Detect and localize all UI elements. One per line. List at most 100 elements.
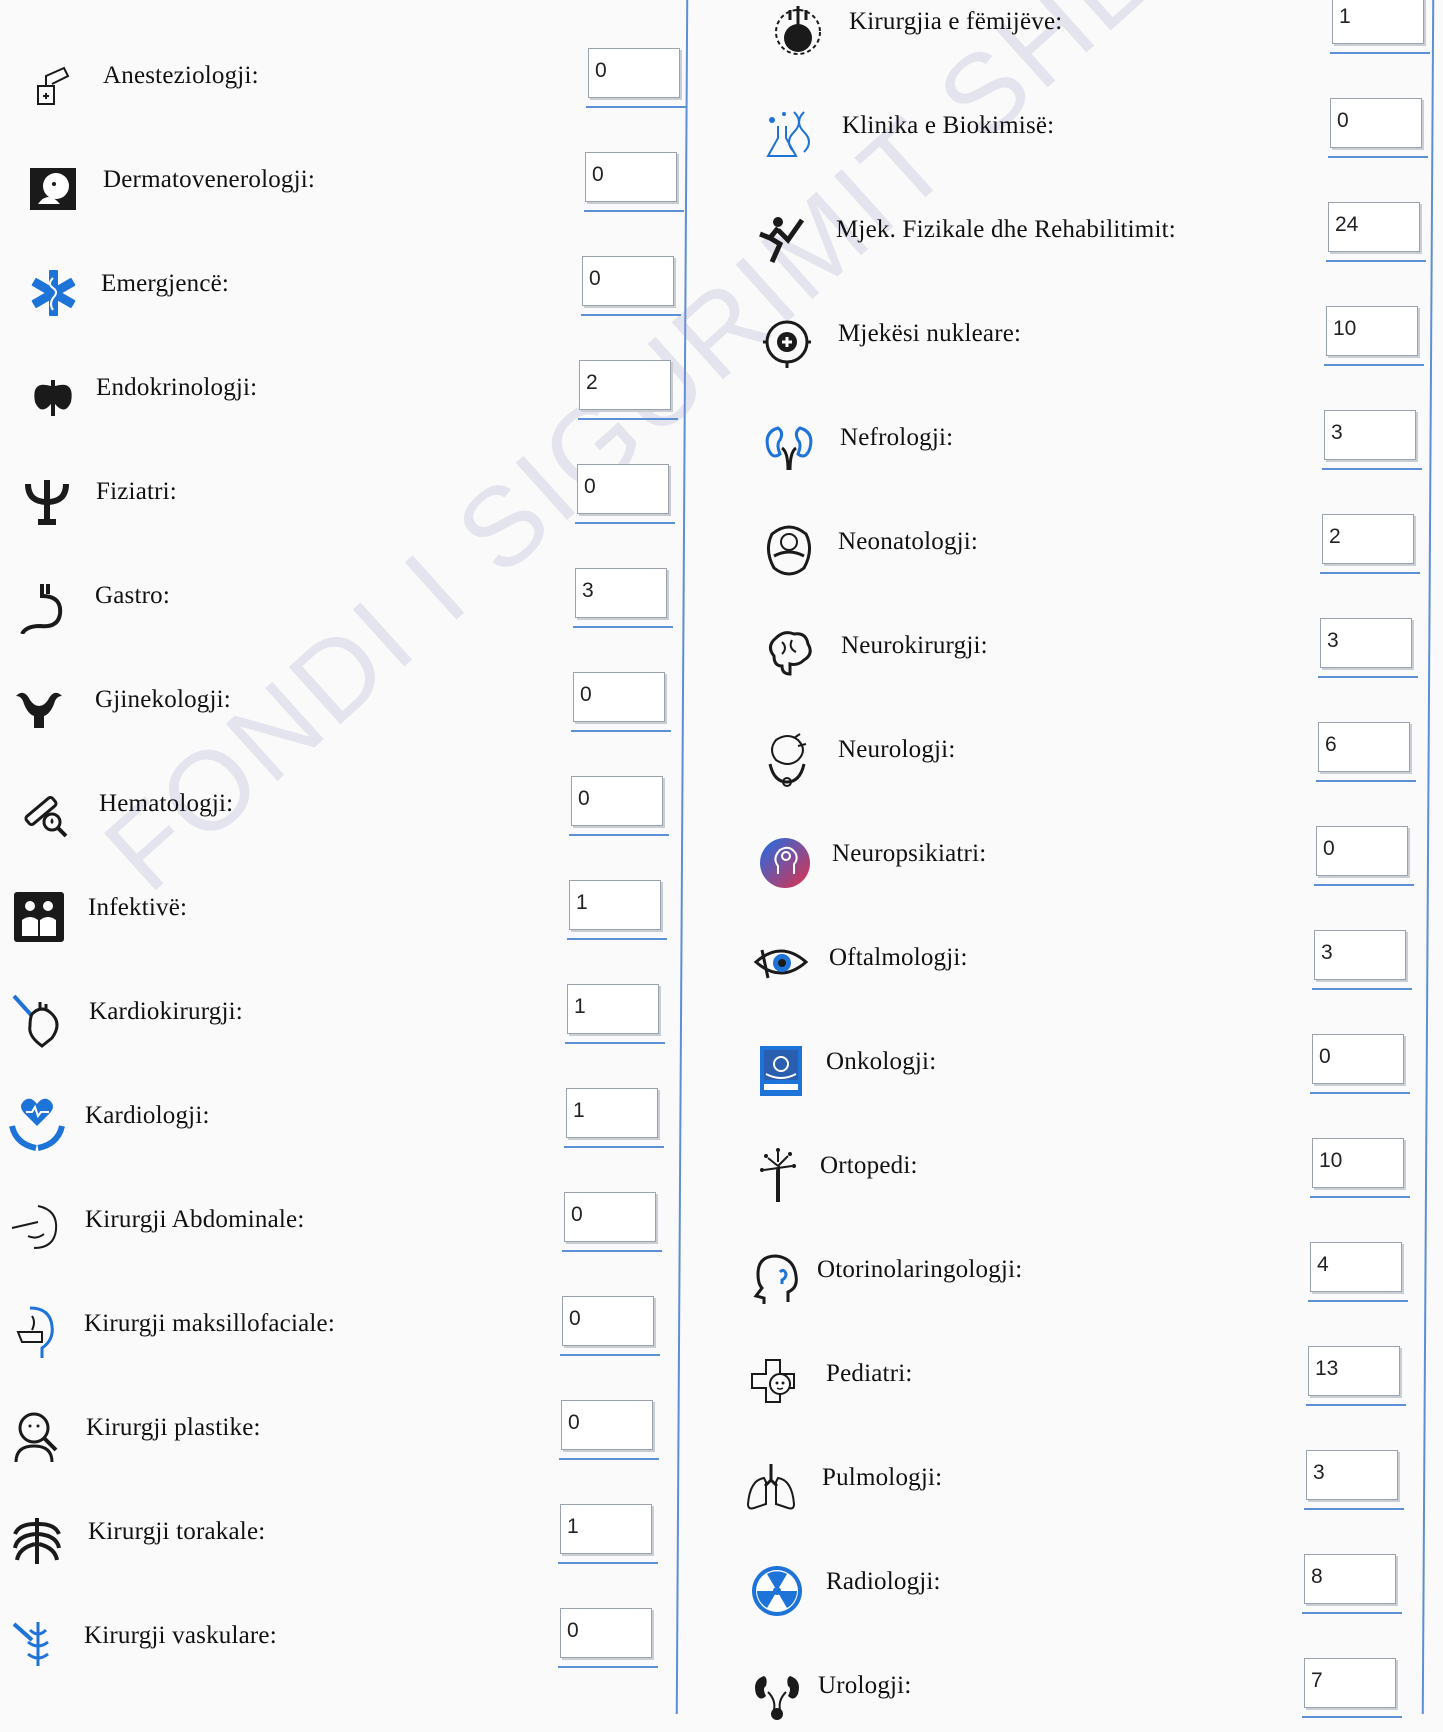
brain-icon bbox=[760, 626, 818, 684]
count-field[interactable]: 3 bbox=[1324, 410, 1416, 460]
specialty-label: Nefrologji: bbox=[840, 424, 954, 451]
count-field[interactable]: 24 bbox=[1328, 202, 1420, 252]
count-field[interactable]: 13 bbox=[1308, 1346, 1400, 1396]
pediatrics-icon bbox=[746, 1354, 804, 1412]
specialty-label: Pediatri: bbox=[826, 1360, 913, 1387]
specialty-label: Otorinolaringologji: bbox=[817, 1256, 1023, 1283]
count-field[interactable]: 4 bbox=[1310, 1242, 1402, 1292]
field-underline bbox=[1308, 1300, 1408, 1302]
count-field[interactable]: 3 bbox=[1320, 618, 1412, 668]
count-value: 6 bbox=[1325, 733, 1337, 756]
field-underline bbox=[1322, 468, 1422, 470]
specialty-label: Onkologji: bbox=[826, 1048, 937, 1075]
count-field[interactable]: 7 bbox=[1304, 1658, 1396, 1708]
count-field[interactable]: 10 bbox=[1326, 306, 1418, 356]
field-underline bbox=[1328, 156, 1428, 158]
field-underline bbox=[1310, 1196, 1410, 1198]
specialty-label: Mjekësi nukleare: bbox=[838, 320, 1022, 347]
specialty-row: Neuropsikiatri: 0 bbox=[0, 826, 1443, 900]
count-value: 0 bbox=[1337, 109, 1349, 132]
count-field[interactable]: 3 bbox=[1306, 1450, 1398, 1500]
specialty-row: Neurologji: 6 bbox=[0, 722, 1443, 796]
field-underline bbox=[564, 1146, 664, 1148]
nuclear-medicine-icon bbox=[758, 314, 816, 372]
specialty-row: Klinika e Biokimisë: 0 bbox=[0, 98, 1443, 172]
count-field[interactable]: 6 bbox=[1318, 722, 1410, 772]
urology-icon bbox=[748, 1666, 806, 1724]
specialty-row: Neurokirurgji: 3 bbox=[0, 618, 1443, 692]
specialty-row: Mjekësi nukleare: 10 bbox=[0, 306, 1443, 380]
count-field[interactable]: 10 bbox=[1312, 1138, 1404, 1188]
count-value: 3 bbox=[1327, 629, 1339, 652]
field-underline bbox=[575, 522, 675, 524]
specialty-label: Radiologji: bbox=[826, 1568, 941, 1595]
specialty-label: Neonatologji: bbox=[838, 528, 979, 555]
specialty-row: Ortopedi: 10 bbox=[0, 1138, 1443, 1212]
specialty-row: Kirurgjia e fëmijëve: 1 bbox=[0, 0, 1443, 68]
count-value: 3 bbox=[1331, 421, 1343, 444]
specialty-label: Urologji: bbox=[818, 1672, 912, 1699]
count-field[interactable]: 0 bbox=[1316, 826, 1408, 876]
specialty-row: Onkologji: 0 bbox=[0, 1034, 1443, 1108]
specialty-label: Pulmologji: bbox=[822, 1464, 943, 1491]
count-value: 24 bbox=[1335, 213, 1359, 236]
specialty-row: Pediatri: 13 bbox=[0, 1346, 1443, 1420]
count-field[interactable]: 8 bbox=[1304, 1554, 1396, 1604]
field-underline bbox=[565, 1042, 665, 1044]
count-value: 3 bbox=[1321, 941, 1333, 964]
field-underline bbox=[569, 834, 669, 836]
specialty-row: Nefrologji: 3 bbox=[0, 410, 1443, 484]
count-field[interactable]: 0 bbox=[1312, 1034, 1404, 1084]
field-underline bbox=[1302, 1716, 1402, 1718]
neurology-icon bbox=[758, 730, 816, 788]
specialty-row: Mjek. Fizikale dhe Rehabilitimit: 24 bbox=[0, 202, 1443, 276]
specialty-row: Otorinolaringologji: 4 bbox=[0, 1242, 1443, 1316]
specialty-label: Oftalmologji: bbox=[829, 944, 968, 971]
pediatric-surgery-icon bbox=[768, 2, 826, 60]
kidneys-icon bbox=[760, 418, 818, 476]
field-underline bbox=[584, 210, 684, 212]
count-value: 10 bbox=[1333, 317, 1357, 340]
field-underline bbox=[1302, 1612, 1402, 1614]
count-value: 0 bbox=[1319, 1045, 1331, 1068]
neuropsychiatry-icon bbox=[756, 834, 814, 892]
count-field[interactable]: 0 bbox=[1330, 98, 1422, 148]
specialty-label: Klinika e Biokimisë: bbox=[842, 112, 1055, 139]
count-value: 10 bbox=[1319, 1149, 1343, 1172]
field-underline bbox=[578, 418, 678, 420]
specialty-label: Neurokirurgji: bbox=[841, 632, 988, 659]
field-underline bbox=[581, 314, 681, 316]
specialty-row: Urologji: 7 bbox=[0, 1658, 1443, 1732]
specialty-row: Neonatologji: 2 bbox=[0, 514, 1443, 588]
specialty-row: Radiologji: 8 bbox=[0, 1554, 1443, 1628]
radiation-icon bbox=[748, 1562, 806, 1620]
field-underline bbox=[558, 1562, 658, 1564]
count-field[interactable]: 3 bbox=[1314, 930, 1406, 980]
field-underline bbox=[1312, 988, 1412, 990]
eye-icon bbox=[752, 938, 810, 996]
oncology-icon bbox=[752, 1042, 810, 1100]
count-value: 7 bbox=[1311, 1669, 1323, 1692]
specialty-label: Ortopedi: bbox=[820, 1152, 918, 1179]
field-underline bbox=[1324, 364, 1424, 366]
field-underline bbox=[558, 1666, 658, 1668]
field-underline bbox=[560, 1354, 660, 1356]
field-underline bbox=[559, 1458, 659, 1460]
field-underline bbox=[1314, 884, 1414, 886]
specialty-label: Neurologji: bbox=[838, 736, 956, 763]
field-underline bbox=[1320, 572, 1420, 574]
field-underline bbox=[1330, 52, 1430, 54]
document-page: FONDI I SIGURIMIT SHËNDETËSOR Anesteziol… bbox=[0, 0, 1443, 1720]
specialty-row: Pulmologji: 3 bbox=[0, 1450, 1443, 1524]
specialty-label: Neuropsikiatri: bbox=[832, 840, 987, 867]
lungs-icon bbox=[742, 1458, 800, 1516]
field-underline bbox=[586, 106, 686, 108]
count-field[interactable]: 1 bbox=[1332, 0, 1424, 44]
field-underline bbox=[1326, 260, 1426, 262]
field-underline bbox=[1304, 1508, 1404, 1510]
newborn-icon bbox=[760, 522, 818, 580]
count-field[interactable]: 2 bbox=[1322, 514, 1414, 564]
count-value: 0 bbox=[1323, 837, 1335, 860]
field-underline bbox=[1310, 1092, 1410, 1094]
field-underline bbox=[562, 1250, 662, 1252]
